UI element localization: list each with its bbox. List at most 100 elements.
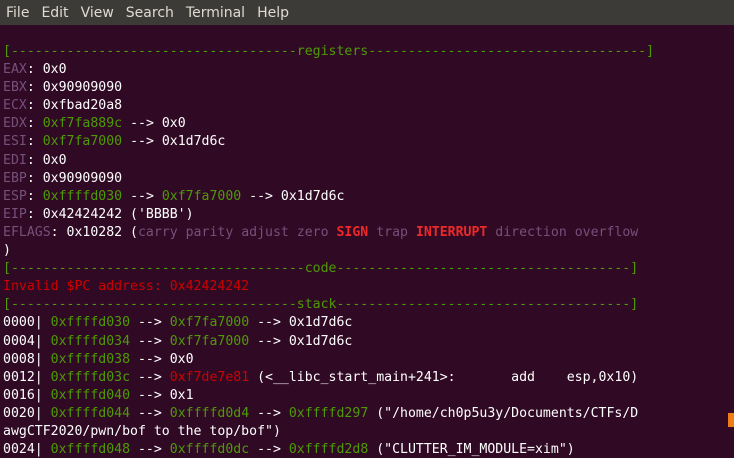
menu-file[interactable]: File bbox=[6, 5, 29, 21]
menu-terminal[interactable]: Terminal bbox=[186, 5, 245, 21]
terminal-text: 0xffffd03c bbox=[50, 369, 131, 385]
terminal-text: awgCTF2020/pwn/bof to the top/bof") bbox=[3, 423, 281, 439]
terminal-text: : 0x0 bbox=[26, 62, 67, 78]
terminal-text: : 0xfbad20a8 bbox=[26, 98, 123, 114]
terminal-text: : bbox=[26, 116, 43, 132]
terminal-text: EIP bbox=[3, 206, 27, 222]
terminal-text: 0024| bbox=[3, 442, 51, 458]
terminal-text: [-------------------------------------co… bbox=[3, 261, 639, 277]
terminal-text: --> bbox=[122, 188, 162, 204]
terminal-text: EDX bbox=[3, 116, 27, 132]
terminal-line: ) bbox=[3, 242, 734, 260]
terminal-output[interactable]: [------------------------------------reg… bbox=[0, 25, 734, 458]
terminal-text: direction overflow bbox=[487, 224, 639, 240]
menu-edit[interactable]: Edit bbox=[41, 5, 68, 21]
terminal-text: --> 0x1d7d6c bbox=[249, 315, 353, 331]
terminal-text: : 0x42424242 ('BBBB') bbox=[26, 206, 194, 222]
terminal-text: EDI bbox=[3, 152, 27, 168]
terminal-line: EAX: 0x0 bbox=[3, 61, 734, 79]
terminal-line: EBX: 0x90909090 bbox=[3, 79, 734, 97]
terminal-text: 0xffffd0dc bbox=[169, 442, 250, 458]
terminal-line: 0016| 0xffffd040 --> 0x1 bbox=[3, 387, 734, 405]
terminal-line: EDI: 0x0 bbox=[3, 152, 734, 170]
terminal-line: awgCTF2020/pwn/bof to the top/bof") bbox=[3, 423, 734, 441]
menu-help[interactable]: Help bbox=[257, 5, 289, 21]
terminal-text: 0xffffd044 bbox=[50, 405, 131, 421]
terminal-text: --> 0x1d7d6c bbox=[249, 333, 353, 349]
terminal-text: EAX bbox=[3, 62, 27, 78]
terminal-cursor bbox=[728, 413, 734, 427]
terminal-text: : 0x0 bbox=[26, 152, 67, 168]
terminal-text: 0xffffd297 bbox=[288, 405, 369, 421]
terminal-text: 0xffffd040 bbox=[50, 387, 131, 403]
terminal-line: 0020| 0xffffd044 --> 0xffffd0d4 --> 0xff… bbox=[3, 405, 734, 423]
terminal-text: : 0x10282 ( bbox=[50, 224, 138, 240]
menu-bar: File Edit View Search Terminal Help bbox=[0, 0, 734, 25]
terminal-line: ECX: 0xfbad20a8 bbox=[3, 97, 734, 115]
terminal-text: --> bbox=[130, 369, 170, 385]
terminal-text: : 0x90909090 bbox=[26, 170, 123, 186]
terminal-text: 0xffffd0d4 bbox=[169, 405, 250, 421]
terminal-text: INTERRUPT bbox=[415, 224, 488, 240]
terminal-text: 0004| bbox=[3, 333, 51, 349]
terminal-text: --> bbox=[249, 405, 289, 421]
terminal-text: Invalid $PC address: 0x42424242 bbox=[3, 279, 250, 295]
terminal-line: 0000| 0xffffd030 --> 0xf7fa7000 --> 0x1d… bbox=[3, 314, 734, 332]
terminal-line: [-------------------------------------co… bbox=[3, 260, 734, 278]
terminal-text: 0008| bbox=[3, 351, 51, 367]
terminal-text: --> bbox=[130, 315, 170, 331]
terminal-text: EBX bbox=[3, 80, 27, 96]
terminal-text: 0xffffd030 bbox=[50, 315, 131, 331]
menu-view[interactable]: View bbox=[81, 5, 114, 21]
terminal-text: ) bbox=[3, 243, 11, 259]
terminal-line: Invalid $PC address: 0x42424242 bbox=[3, 278, 734, 296]
terminal-line: EFLAGS: 0x10282 (carry parity adjust zer… bbox=[3, 224, 734, 242]
terminal-text: 0016| bbox=[3, 387, 51, 403]
terminal-text: 0xf7de7e81 bbox=[169, 369, 250, 385]
terminal-line: ESI: 0xf7fa7000 --> 0x1d7d6c bbox=[3, 133, 734, 151]
terminal-line: 0024| 0xffffd048 --> 0xffffd0dc --> 0xff… bbox=[3, 441, 734, 458]
terminal-text: ESI bbox=[3, 134, 27, 150]
terminal-text: : bbox=[26, 188, 43, 204]
terminal-text: 0xffffd030 bbox=[42, 188, 123, 204]
terminal-text: 0xffffd2d8 bbox=[288, 442, 369, 458]
terminal-line: [------------------------------------reg… bbox=[3, 43, 734, 61]
terminal-line: EIP: 0x42424242 ('BBBB') bbox=[3, 206, 734, 224]
terminal-text: --> bbox=[249, 442, 289, 458]
terminal-text: --> 0x1d7d6c bbox=[122, 134, 226, 150]
terminal-line: EBP: 0x90909090 bbox=[3, 170, 734, 188]
terminal-line: 0012| 0xffffd03c --> 0xf7de7e81 (<__libc… bbox=[3, 369, 734, 387]
terminal-text: 0xffffd034 bbox=[50, 333, 131, 349]
terminal-text: 0xf7fa7000 bbox=[161, 188, 242, 204]
terminal-text: EFLAGS bbox=[3, 224, 51, 240]
terminal-text: 0xf7fa7000 bbox=[169, 315, 250, 331]
terminal-text: --> 0x1d7d6c bbox=[241, 188, 345, 204]
terminal-text: 0xffffd048 bbox=[50, 442, 131, 458]
terminal-text: trap bbox=[368, 224, 416, 240]
terminal-text: (<__libc_start_main+241>: add esp,0x10) bbox=[249, 369, 639, 385]
terminal-line: 0004| 0xffffd034 --> 0xf7fa7000 --> 0x1d… bbox=[3, 333, 734, 351]
terminal-text: SIGN bbox=[336, 224, 369, 240]
terminal-text: carry parity adjust zero bbox=[137, 224, 337, 240]
terminal-text: --> bbox=[130, 405, 170, 421]
terminal-text: ESP bbox=[3, 188, 27, 204]
menu-search[interactable]: Search bbox=[126, 5, 174, 21]
terminal-text: [------------------------------------reg… bbox=[3, 44, 655, 59]
terminal-line: ESP: 0xffffd030 --> 0xf7fa7000 --> 0x1d7… bbox=[3, 188, 734, 206]
terminal-text: : 0x90909090 bbox=[26, 80, 123, 96]
terminal-text: [------------------------------------sta… bbox=[3, 297, 639, 313]
terminal-text: 0000| bbox=[3, 315, 51, 331]
terminal-text: 0xf7fa7000 bbox=[42, 134, 123, 150]
terminal-line: EDX: 0xf7fa889c --> 0x0 bbox=[3, 115, 734, 133]
terminal-text: --> bbox=[130, 333, 170, 349]
terminal-text: ("/home/ch0p5u3y/Documents/CTFs/D bbox=[368, 405, 639, 421]
terminal-text: ("CLUTTER_IM_MODULE=xim") bbox=[368, 442, 575, 458]
terminal-text: --> 0x0 bbox=[122, 116, 186, 132]
terminal-text: 0xffffd038 bbox=[50, 351, 131, 367]
terminal-text: 0xf7fa889c bbox=[42, 116, 123, 132]
terminal-text: --> 0x1 bbox=[130, 387, 194, 403]
terminal-text: 0020| bbox=[3, 405, 51, 421]
terminal-text: : bbox=[26, 134, 43, 150]
terminal-text: ECX bbox=[3, 98, 27, 114]
terminal-text: --> bbox=[130, 442, 170, 458]
